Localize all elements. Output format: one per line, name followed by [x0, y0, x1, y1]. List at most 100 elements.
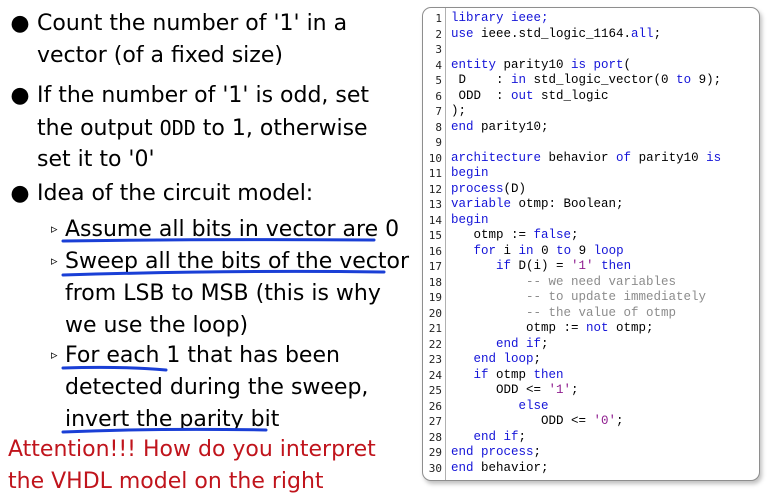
code-line: entity parity10 is port(: [451, 58, 631, 74]
code-comment: -- to update immediately: [451, 290, 707, 304]
code-text: ;: [533, 352, 542, 366]
odd-signal-name: ODD: [159, 116, 196, 140]
line-number: 7: [435, 105, 442, 118]
code-line: -- the value of otmp: [451, 306, 676, 322]
code-line: ODD <= '0';: [451, 414, 624, 430]
code-text: D :: [451, 73, 512, 87]
triangle-bullet-icon: ▹: [51, 254, 58, 269]
text-span: that has been: [187, 343, 340, 368]
bullet-dot: ●: [10, 181, 30, 206]
code-text: behavior;: [481, 460, 549, 475]
bullet-line: Count the number of '1' in a: [37, 11, 348, 36]
code-keyword: variable: [451, 197, 519, 211]
line-number: 19: [428, 291, 442, 304]
line-number: 12: [428, 182, 442, 196]
code-keyword: begin: [451, 166, 489, 180]
code-text: 0: [541, 243, 557, 258]
code-line: end if;: [451, 429, 527, 446]
line-number: 3: [435, 43, 442, 56]
line-number: 17: [428, 260, 442, 273]
line-number: 14: [428, 213, 442, 227]
line-number: 4: [435, 58, 442, 72]
code-line: otmp := false;: [451, 228, 579, 244]
code-keyword: not: [586, 321, 617, 335]
code-keyword: end process: [451, 445, 534, 459]
code-keyword: in: [518, 243, 542, 258]
text-span: the output: [37, 116, 153, 141]
sub-bullet-line: detected during the sweep,: [65, 375, 369, 400]
line-number: 30: [428, 461, 442, 475]
line-number: 18: [428, 275, 442, 289]
line-number: 5: [435, 74, 442, 87]
code-text: ieee.std_logic_1164.: [481, 26, 632, 41]
code-keyword: then: [533, 367, 564, 382]
code-line: begin: [451, 213, 489, 229]
line-number: 9: [435, 136, 442, 149]
code-text: );: [451, 104, 467, 118]
code-line: end parity10;: [451, 120, 549, 136]
line-number: 21: [428, 322, 442, 335]
line-number: 10: [428, 151, 442, 165]
line-number: 25: [428, 384, 442, 397]
code-text: D(i) =: [518, 259, 572, 273]
line-number: 6: [435, 89, 442, 103]
code-line: D : in std_logic_vector(0 to 9);: [451, 73, 722, 89]
code-line: -- to update immediately: [451, 290, 706, 306]
code-keyword: end if: [473, 429, 519, 444]
code-text: ;: [571, 228, 579, 242]
code-text: ODD :: [451, 88, 512, 103]
code-line: );: [451, 104, 466, 120]
code-keyword: is port: [571, 57, 624, 72]
code-text: ;: [653, 26, 662, 41]
code-text: ;: [571, 383, 579, 397]
code-keyword: for: [473, 243, 504, 258]
code-keyword: loop: [593, 243, 624, 258]
line-number: 8: [435, 120, 442, 134]
sub-bullet-line: For each 1 that has been: [65, 340, 340, 372]
code-line: end behavior;: [451, 461, 549, 477]
code-text: otmp;: [616, 321, 654, 335]
code-text: i: [503, 243, 519, 258]
code-keyword: false: [533, 228, 572, 242]
code-text: otmp :=: [451, 228, 534, 242]
code-text: 9);: [698, 73, 722, 87]
code-text: parity10: [503, 57, 572, 72]
bullet-line: vector (of a fixed size): [37, 43, 283, 68]
bullet-line: set it to '0': [37, 147, 155, 172]
code-text: ;: [616, 414, 624, 428]
line-number: 24: [428, 368, 442, 382]
text-span: For each 1: [65, 343, 181, 368]
code-line: end if;: [451, 337, 549, 353]
slide-text: ● Count the number of '1' in a vector (o…: [0, 0, 409, 501]
code-line: for i in 0 to 9 loop: [451, 244, 624, 260]
code-keyword: in: [511, 73, 534, 87]
code-line: begin: [451, 166, 489, 182]
code-line: variable otmp: Boolean;: [451, 197, 624, 213]
line-number: 23: [428, 353, 442, 366]
code-keyword: process: [451, 181, 504, 196]
code-keyword: end: [451, 460, 482, 475]
code-text: behavior: [548, 150, 617, 165]
code-keyword: library ieee;: [451, 11, 549, 25]
sub-bullet-line: we use the loop): [65, 313, 249, 338]
code-keyword: all: [631, 26, 654, 41]
code-line: ODD <= '1';: [451, 383, 579, 399]
line-number: 11: [428, 167, 442, 180]
line-number: 27: [428, 415, 442, 428]
code-line: otmp := not otmp;: [451, 321, 654, 337]
code-line: if D(i) = '1' then: [451, 259, 631, 275]
code-text: parity10;: [481, 119, 549, 134]
code-line: use ieee.std_logic_1164.all;: [451, 27, 661, 43]
code-text: otmp: Boolean;: [518, 197, 624, 211]
bullet-dot: ●: [10, 11, 30, 36]
code-text: std_logic: [541, 88, 609, 103]
bullet-line: the output ODD to 1, otherwise: [37, 112, 417, 145]
code-line: architecture behavior of parity10 is: [451, 151, 721, 167]
sub-bullet-line: from LSB to MSB (this is why: [65, 281, 381, 306]
